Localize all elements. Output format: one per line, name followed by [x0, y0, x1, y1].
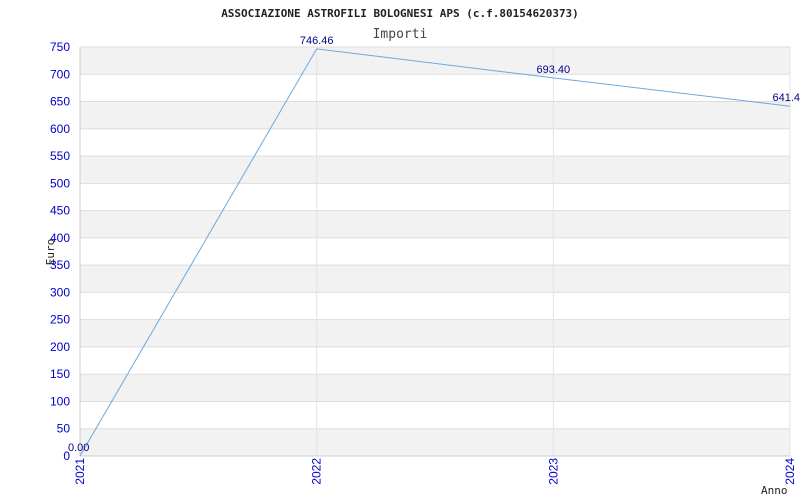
y-tick-label: 750 — [50, 40, 70, 54]
y-tick-label: 250 — [50, 313, 70, 327]
grid-band — [80, 74, 790, 102]
grid-band — [80, 401, 790, 429]
line-chart: ASSOCIAZIONE ASTROFILI BOLOGNESI APS (c.… — [44, 7, 800, 497]
x-axis-label: Anno — [761, 484, 788, 497]
grid-band — [80, 292, 790, 320]
grid-band — [80, 346, 790, 375]
y-tick-label: 300 — [50, 285, 70, 299]
grid-band — [80, 183, 790, 211]
x-tick-label: 2021 — [73, 458, 87, 485]
x-tick-label: 2024 — [783, 458, 797, 485]
y-tick-label: 500 — [50, 176, 70, 190]
x-tick-label: 2022 — [310, 458, 324, 485]
y-tick-label: 150 — [50, 367, 70, 381]
grid-band — [80, 265, 790, 293]
grid-band — [80, 428, 790, 456]
y-tick-label: 450 — [50, 204, 70, 218]
grid-bands — [80, 47, 790, 456]
y-tick-label: 550 — [50, 149, 70, 163]
grid-band — [80, 156, 790, 184]
y-tick-label: 600 — [50, 122, 70, 136]
grid-band — [80, 101, 790, 129]
y-tick-label: 650 — [50, 95, 70, 109]
data-label: 641.4 — [772, 92, 800, 104]
grid-band — [80, 47, 790, 75]
grid-band — [80, 128, 790, 157]
grid-band — [80, 237, 790, 266]
y-tick-label: 200 — [50, 340, 70, 354]
data-label: 746.46 — [300, 35, 334, 47]
x-tick-label: 2023 — [546, 458, 560, 485]
y-tick-label: 100 — [50, 394, 70, 408]
y-tick-label: 50 — [57, 422, 71, 436]
grid-band — [80, 210, 790, 238]
y-tick-label: 700 — [50, 67, 70, 81]
grid-band — [80, 374, 790, 402]
x-tick-labels: 2021 2022 2023 2024 — [73, 458, 797, 485]
chart-subtitle: Importi — [373, 27, 428, 42]
y-axis-label: Euro — [44, 239, 57, 266]
data-label: 0.00 — [68, 442, 89, 454]
grid-band — [80, 319, 790, 347]
data-label: 693.40 — [537, 64, 571, 76]
chart-title: ASSOCIAZIONE ASTROFILI BOLOGNESI APS (c.… — [221, 7, 579, 20]
